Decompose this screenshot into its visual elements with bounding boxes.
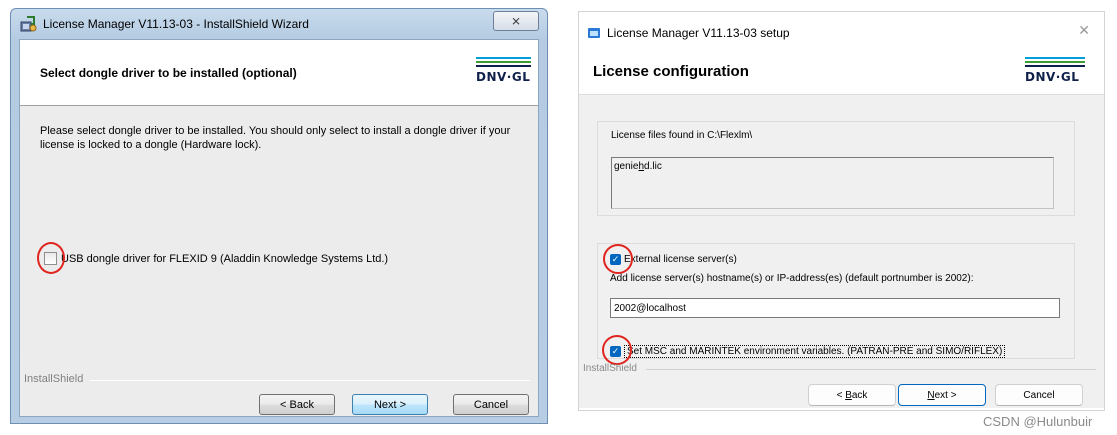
next-button[interactable]: Next > [352,394,428,415]
dnv-gl-logo: DNV·GL [1025,57,1085,84]
usb-dongle-label: USB dongle driver for FLEXID 9 (Aladdin … [61,252,389,265]
logo-stripe-blue [476,57,531,59]
logo-stripe-green [1025,61,1085,63]
close-icon: ⨯ [510,14,522,28]
back-button[interactable]: < Back [808,384,896,406]
usb-dongle-option[interactable]: USB dongle driver for FLEXID 9 (Aladdin … [44,252,388,265]
back-button[interactable]: < Back [259,394,335,415]
license-server-input[interactable]: 2002@localhost [610,298,1060,318]
annotation-circle [602,335,632,365]
footer-divider [90,380,530,381]
annotation-circle [37,242,65,274]
settings-panel: License files found in C:\Flexlm\ genieh… [579,94,1104,408]
setup-window: License Manager V11.13-03 setup ✕ Licens… [578,11,1105,411]
installer-app-icon [20,16,37,32]
license-server-group: ✓ External license server(s) Add license… [597,243,1075,359]
license-file-item[interactable]: geniehd.lic [614,161,662,172]
description-text: Please select dongle driver to be instal… [40,125,511,151]
env-vars-label: Set MSC and MARINTEK environment variabl… [624,345,1006,358]
logo-stripe-blue [1025,57,1085,59]
license-files-list[interactable]: geniehd.lic [611,157,1054,209]
page-title: License configuration [593,63,749,80]
logo-stripe-navy [1025,65,1085,67]
title-bar: License Manager V11.13-03 setup [587,26,790,40]
next-button[interactable]: Next > [898,384,986,406]
title-bar: License Manager V11.13-03 - InstallShiel… [11,9,547,39]
wizard-body: Select dongle driver to be installed (op… [19,39,539,417]
installshield-brand: InstallShield [24,373,84,385]
server-hint-text: Add license server(s) hostname(s) or IP-… [610,273,974,284]
page-title: Select dongle driver to be installed (op… [40,66,297,80]
license-files-group: License files found in C:\Flexlm\ genieh… [597,121,1075,216]
watermark-text: CSDN @Hulunbuir [983,414,1093,429]
window-title: License Manager V11.13-03 setup [607,26,790,40]
logo-text: DNV·GL [476,70,531,84]
external-server-label: External license server(s) [624,254,737,265]
cancel-button[interactable]: Cancel [995,384,1083,406]
footer-divider [646,369,1096,370]
logo-stripe-navy [476,65,531,67]
close-icon[interactable]: ✕ [1078,22,1090,39]
installshield-brand: InstallShield [583,363,637,374]
installshield-wizard-window: License Manager V11.13-03 - InstallShiel… [10,8,548,424]
annotation-circle [603,244,633,274]
dnv-gl-logo: DNV·GL [476,57,531,84]
logo-stripe-green [476,61,531,63]
wizard-header: Select dongle driver to be installed (op… [20,40,538,106]
window-title: License Manager V11.13-03 - InstallShiel… [43,17,309,31]
cancel-button[interactable]: Cancel [453,394,529,415]
setup-app-icon [588,28,600,38]
license-files-label: License files found in C:\Flexlm\ [611,130,753,141]
close-button[interactable]: ⨯ [493,11,539,31]
logo-text: DNV·GL [1025,70,1080,84]
env-vars-option[interactable]: ✓ Set MSC and MARINTEK environment varia… [610,345,1006,358]
